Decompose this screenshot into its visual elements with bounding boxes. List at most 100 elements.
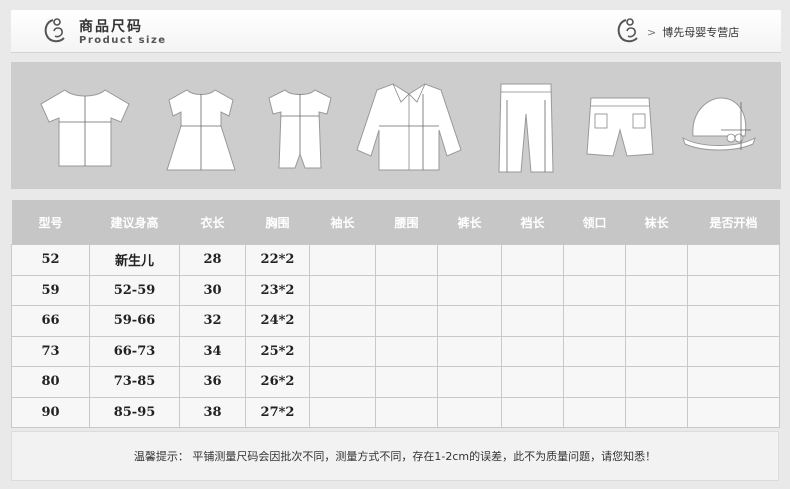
table-cell bbox=[625, 274, 688, 306]
pants-icon bbox=[498, 83, 554, 173]
table-cell bbox=[563, 244, 626, 276]
column-header: 袖长 bbox=[309, 200, 376, 245]
table-cell bbox=[375, 274, 438, 306]
table-cell: 73 bbox=[11, 335, 90, 367]
table-cell: 26*2 bbox=[245, 366, 310, 398]
table-cell: 52-59 bbox=[89, 274, 180, 306]
table-cell bbox=[501, 335, 564, 367]
table-cell bbox=[625, 244, 688, 276]
table-cell bbox=[501, 274, 564, 306]
column-header: 是否开档 bbox=[687, 200, 780, 245]
table-cell: 90 bbox=[11, 396, 90, 428]
table-cell bbox=[563, 366, 626, 398]
table-header-row: 型号 建议身高 衣长 胸围 袖长 腰围 裤长 裆长 领口 袜长 是否开档 bbox=[11, 200, 780, 245]
table-cell: 32 bbox=[179, 305, 246, 337]
table-row: 90 85-95 38 27*2 bbox=[11, 396, 780, 428]
column-header: 型号 bbox=[11, 200, 90, 245]
shorts-icon bbox=[586, 97, 654, 157]
table-cell bbox=[625, 305, 688, 337]
dress-icon bbox=[166, 89, 236, 171]
table-cell: 59-66 bbox=[89, 305, 180, 337]
jacket-icon bbox=[356, 83, 462, 171]
table-cell bbox=[309, 244, 376, 276]
table-cell: 66 bbox=[11, 305, 90, 337]
page-title: 商品尺码 bbox=[79, 19, 143, 35]
store-logo-icon bbox=[617, 18, 638, 43]
table-cell bbox=[501, 305, 564, 337]
size-table: 型号 建议身高 衣长 胸围 袖长 腰围 裤长 裆长 领口 袜长 是否开档 52 新… bbox=[11, 200, 780, 428]
table-cell bbox=[563, 335, 626, 367]
table-cell: 22*2 bbox=[245, 244, 310, 276]
garment-illustrations bbox=[11, 62, 781, 189]
table-cell: 新生儿 bbox=[89, 244, 180, 276]
column-header: 胸围 bbox=[245, 200, 310, 245]
table-cell: 28 bbox=[179, 244, 246, 276]
column-header: 建议身高 bbox=[89, 200, 180, 245]
table-row: 52 新生儿 28 22*2 bbox=[11, 244, 780, 276]
table-cell: 23*2 bbox=[245, 274, 310, 306]
table-cell: 27*2 bbox=[245, 396, 310, 428]
column-header: 领口 bbox=[563, 200, 626, 245]
table-cell: 24*2 bbox=[245, 305, 310, 337]
column-header: 腰围 bbox=[375, 200, 438, 245]
table-cell bbox=[437, 274, 502, 306]
table-cell bbox=[437, 305, 502, 337]
table-cell: 59 bbox=[11, 274, 90, 306]
table-cell bbox=[501, 366, 564, 398]
table-cell: 25*2 bbox=[245, 335, 310, 367]
mother-baby-logo-icon bbox=[44, 18, 65, 43]
chevron-right-icon: > bbox=[647, 26, 657, 39]
table-cell: 80 bbox=[11, 366, 90, 398]
size-notice: 温馨提示： 平铺测量尺码会因批次不同，测量方式不同，存在1-2cm的误差，此不为… bbox=[11, 431, 779, 481]
table-cell: 36 bbox=[179, 366, 246, 398]
table-row: 73 66-73 34 25*2 bbox=[11, 335, 780, 367]
column-header: 裤长 bbox=[437, 200, 502, 245]
table-cell: 85-95 bbox=[89, 396, 180, 428]
hat-icon bbox=[682, 97, 756, 151]
table-cell: 73-85 bbox=[89, 366, 180, 398]
table-cell bbox=[309, 305, 376, 337]
table-cell bbox=[563, 274, 626, 306]
column-header: 袜长 bbox=[625, 200, 688, 245]
table-cell bbox=[563, 305, 626, 337]
table-cell bbox=[563, 396, 626, 428]
table-cell bbox=[687, 366, 780, 398]
table-cell bbox=[625, 396, 688, 428]
table-row: 66 59-66 32 24*2 bbox=[11, 305, 780, 337]
table-row: 80 73-85 36 26*2 bbox=[11, 366, 780, 398]
store-link[interactable]: > 博先母婴专营店 bbox=[647, 24, 739, 40]
page-header: 商品尺码 Product size > 博先母婴专营店 bbox=[11, 10, 781, 53]
table-cell bbox=[309, 396, 376, 428]
table-cell bbox=[687, 335, 780, 367]
table-cell: 38 bbox=[179, 396, 246, 428]
table-cell bbox=[625, 335, 688, 367]
table-cell bbox=[375, 396, 438, 428]
store-name: 博先母婴专营店 bbox=[662, 26, 740, 39]
romper-icon bbox=[268, 89, 332, 169]
table-cell bbox=[375, 244, 438, 276]
table-cell bbox=[501, 396, 564, 428]
table-cell bbox=[375, 366, 438, 398]
table-row: 59 52-59 30 23*2 bbox=[11, 274, 780, 306]
table-cell bbox=[309, 335, 376, 367]
table-cell: 66-73 bbox=[89, 335, 180, 367]
table-cell bbox=[687, 396, 780, 428]
table-cell bbox=[501, 244, 564, 276]
tshirt-icon bbox=[40, 89, 130, 167]
table-cell bbox=[687, 274, 780, 306]
page-subtitle: Product size bbox=[79, 35, 167, 46]
table-cell bbox=[625, 366, 688, 398]
table-cell bbox=[375, 305, 438, 337]
table-cell bbox=[437, 396, 502, 428]
table-cell bbox=[437, 244, 502, 276]
table-cell bbox=[309, 274, 376, 306]
table-cell bbox=[687, 244, 780, 276]
table-cell: 34 bbox=[179, 335, 246, 367]
table-cell: 30 bbox=[179, 274, 246, 306]
table-cell bbox=[309, 366, 376, 398]
table-cell bbox=[687, 305, 780, 337]
table-cell: 52 bbox=[11, 244, 90, 276]
table-cell bbox=[437, 366, 502, 398]
table-cell bbox=[437, 335, 502, 367]
table-cell bbox=[375, 335, 438, 367]
